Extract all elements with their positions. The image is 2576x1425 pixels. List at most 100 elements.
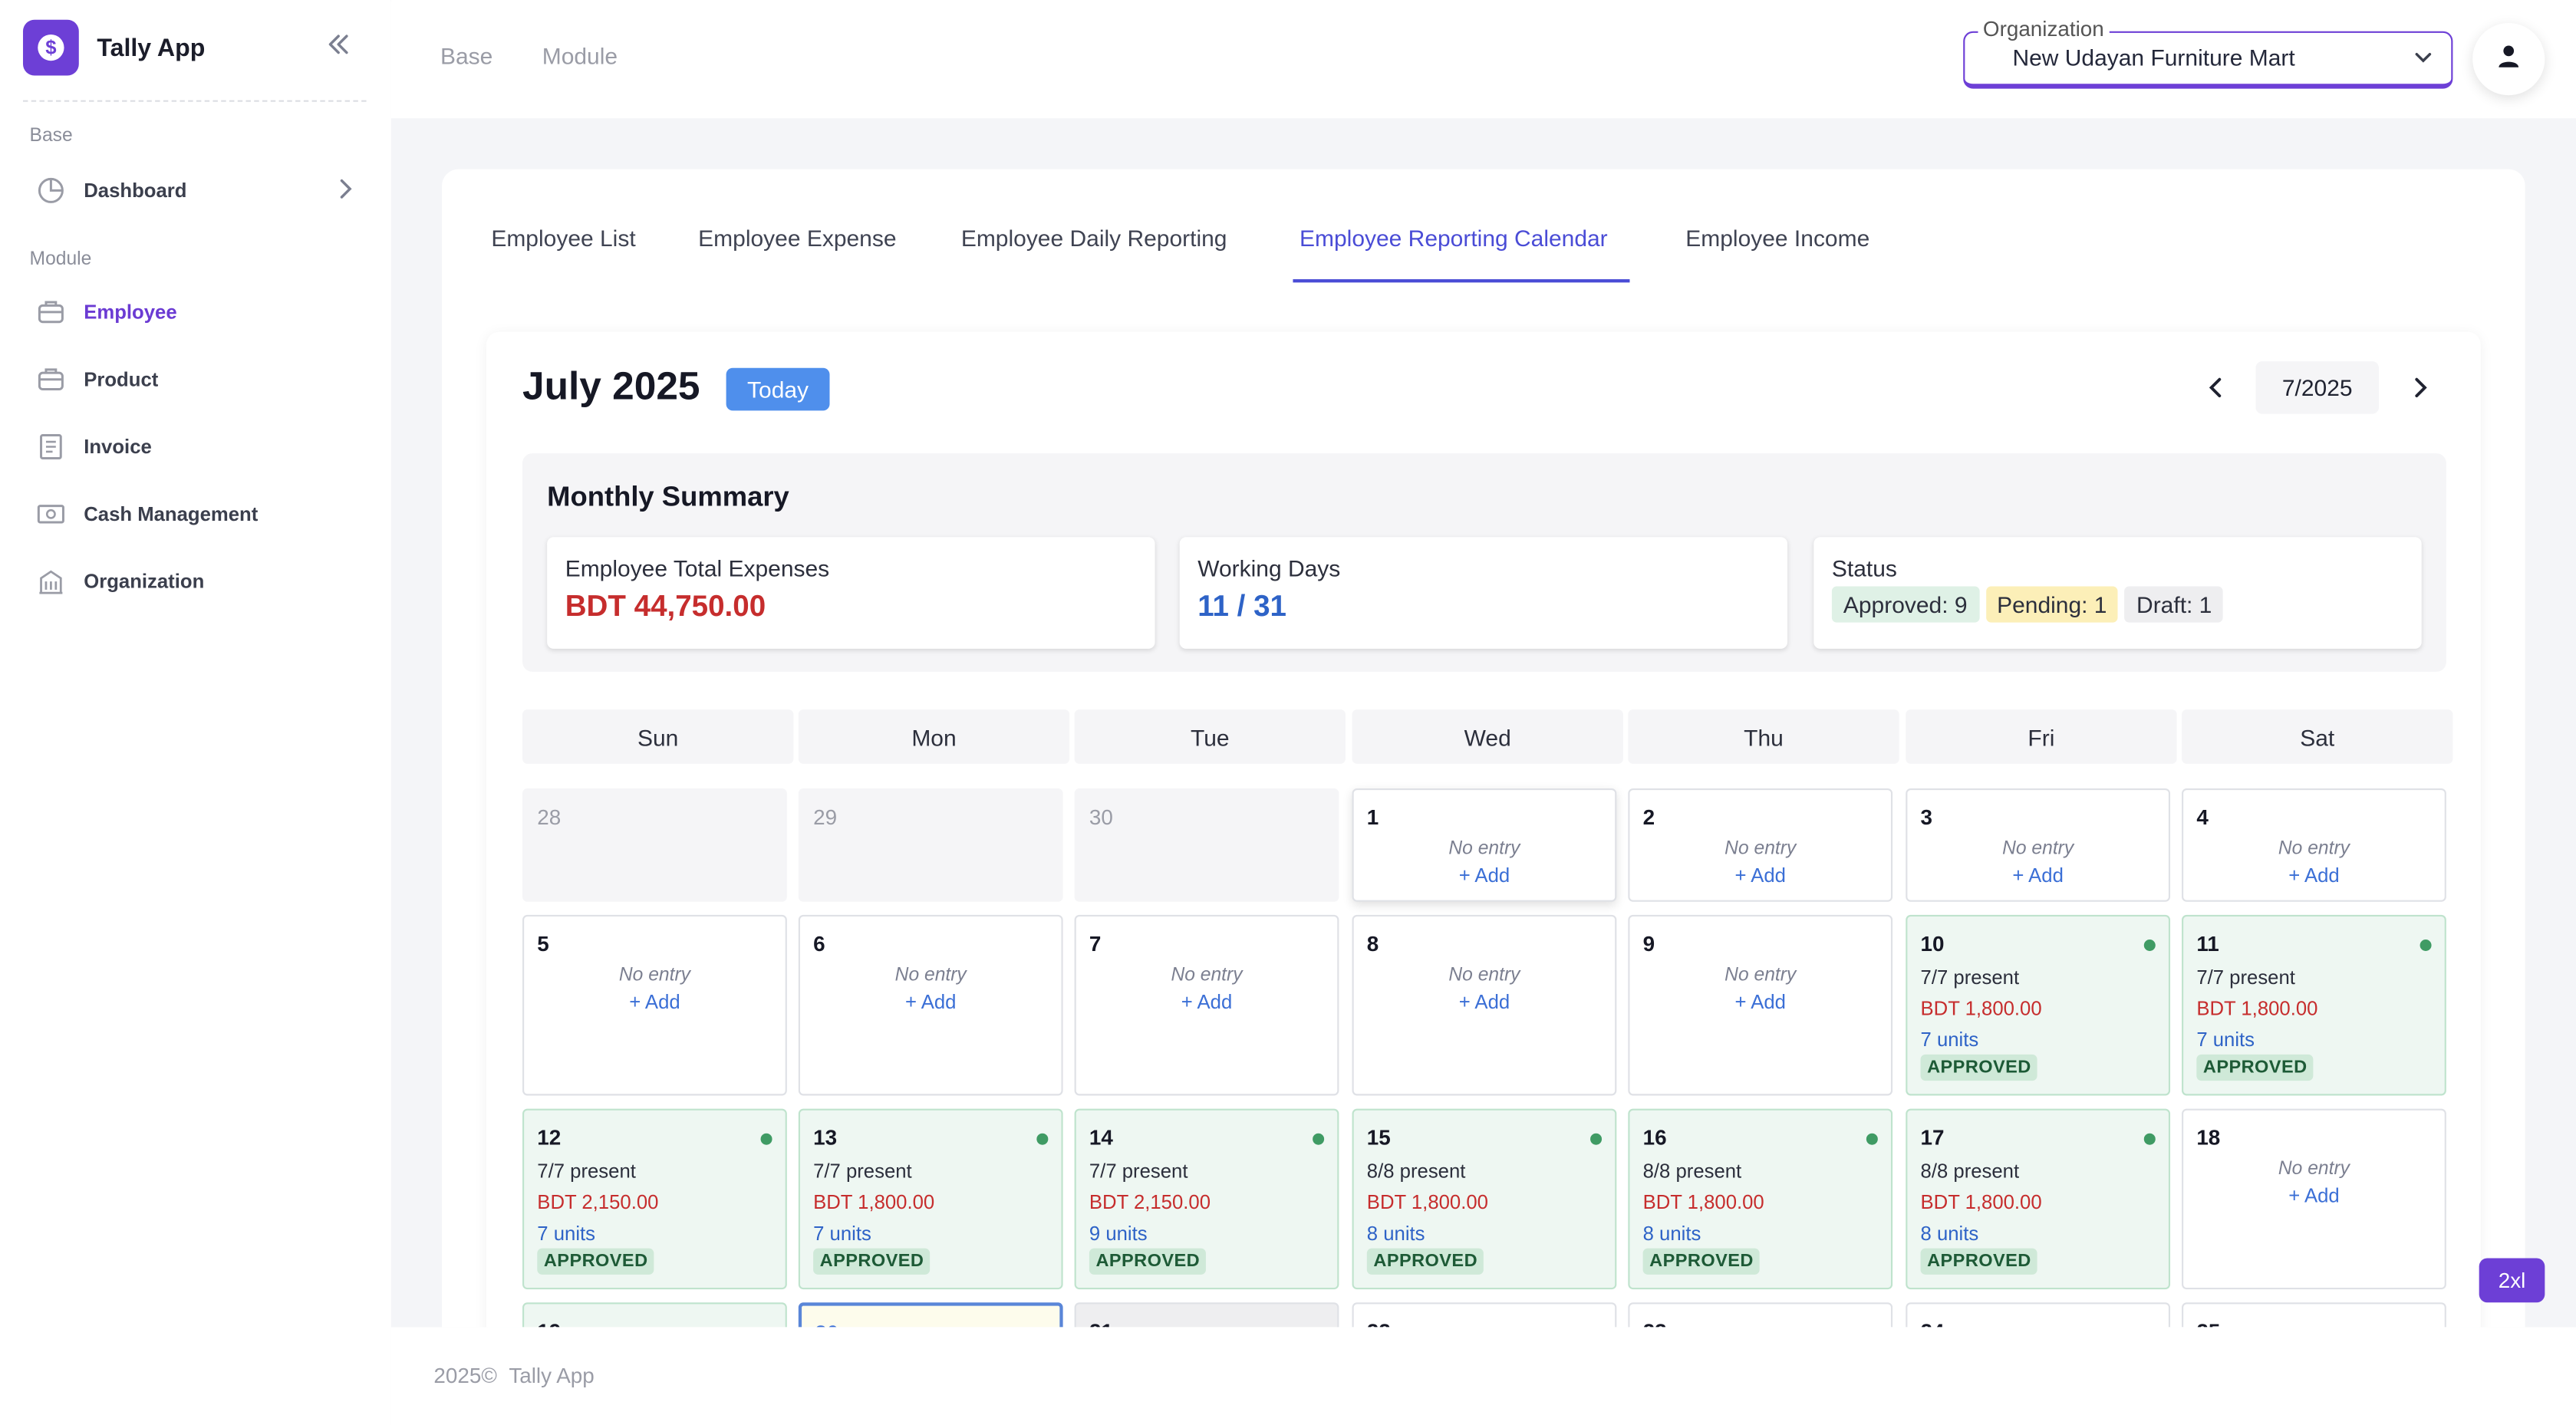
sidebar-item-dashboard[interactable]: Dashboard — [30, 169, 367, 212]
status-dot-icon — [2143, 1133, 2156, 1145]
organization-select-label: Organization — [1978, 16, 2110, 43]
working-days-card: Working Days 11 / 31 — [1179, 537, 1788, 649]
footer-app-link[interactable]: Tally App — [509, 1364, 594, 1388]
day-cell-16[interactable]: 16 8/8 present BDT 1,800.00 8 units APPROVED — [1628, 1108, 1893, 1290]
employee-card: Employee List Employee Expense Employee … — [442, 169, 2525, 1328]
day-number: 13 — [813, 1124, 838, 1150]
expense-amount: BDT 1,800.00 — [1366, 1190, 1488, 1214]
box-icon — [35, 363, 68, 396]
footer-copyright: 2025© — [433, 1363, 497, 1388]
main-content: Employee List Employee Expense Employee … — [391, 118, 2576, 1328]
expense-amount: BDT 1,800.00 — [1920, 996, 2042, 1020]
add-entry-link[interactable]: + Add — [1907, 864, 2169, 887]
add-entry-link[interactable]: + Add — [1629, 990, 1891, 1013]
add-entry-link[interactable]: + Add — [800, 990, 1062, 1013]
add-entry-link[interactable]: + Add — [1354, 864, 1616, 887]
day-cell-7[interactable]: 7 No entry + Add — [1074, 914, 1339, 1096]
breakpoint-badge: 2xl — [2479, 1258, 2545, 1303]
day-cell-2[interactable]: 2 No entry + Add — [1628, 788, 1893, 902]
day-cell-10[interactable]: 10 7/7 present BDT 1,800.00 7 units APPROVED — [1906, 914, 2171, 1096]
day-cell-15[interactable]: 15 8/8 present BDT 1,800.00 8 units APPROVED — [1352, 1108, 1617, 1290]
day-cell-1[interactable]: 1 No entry + Add — [1352, 788, 1617, 902]
day-cell-17[interactable]: 17 8/8 present BDT 1,800.00 8 units APPROVED — [1906, 1108, 2171, 1290]
no-entry-label: No entry — [2002, 839, 2074, 860]
breadcrumb-module[interactable]: Module — [542, 43, 618, 69]
tab-employee-income[interactable]: Employee Income — [1685, 225, 1869, 251]
pie-chart-icon — [35, 174, 68, 207]
next-month-icon[interactable] — [2406, 374, 2433, 400]
no-entry-label: No entry — [894, 966, 967, 986]
day-number: 19 — [537, 1319, 561, 1328]
approved-badge: APPROVED — [1089, 1248, 1207, 1275]
today-button[interactable]: Today — [726, 367, 830, 411]
tab-employee-expense[interactable]: Employee Expense — [698, 225, 896, 251]
day-cell-21[interactable]: 21 — [1074, 1302, 1339, 1328]
no-entry-label: No entry — [1724, 839, 1797, 860]
add-entry-link[interactable]: + Add — [2183, 864, 2445, 887]
day-cell-12[interactable]: 12 7/7 present BDT 2,150.00 7 units APPROVED — [522, 1108, 787, 1290]
day-cell-30[interactable]: 30 — [1074, 788, 1339, 902]
sidebar-item-product[interactable]: Product — [30, 358, 367, 401]
collapse-sidebar-icon[interactable] — [322, 28, 355, 64]
units-text: 9 units — [1089, 1222, 1148, 1246]
status-dot-icon — [2143, 939, 2156, 951]
sidebar-item-label: Product — [84, 367, 159, 391]
organization-select[interactable]: Organization New Udayan Furniture Mart — [1963, 16, 2453, 89]
day-cell-9[interactable]: 9 No entry + Add — [1628, 914, 1893, 1096]
day-cell-29[interactable]: 29 — [798, 788, 1063, 902]
weekday-thu: Thu — [1628, 709, 1899, 764]
sidebar-item-organization[interactable]: Organization — [30, 560, 367, 603]
expense-amount: BDT 1,800.00 — [1920, 1190, 2042, 1214]
tab-employee-list[interactable]: Employee List — [491, 225, 635, 251]
day-cell-28[interactable]: 28 — [522, 788, 787, 902]
approved-badge: APPROVED — [537, 1248, 655, 1275]
day-cell-11[interactable]: 11 7/7 present BDT 1,800.00 7 units APPROVED — [2182, 914, 2446, 1096]
day-number: 17 — [1920, 1124, 1945, 1150]
dollar-logo-icon: $ — [22, 19, 79, 76]
day-cell-14[interactable]: 14 7/7 present BDT 2,150.00 9 units APPROVED — [1074, 1108, 1339, 1290]
breadcrumb-base[interactable]: Base — [440, 43, 492, 69]
attendance-text: 7/7 present — [537, 1159, 636, 1183]
sidebar-item-label: Employee — [84, 300, 177, 324]
weekday-tue: Tue — [1074, 709, 1346, 764]
day-number: 20 — [815, 1321, 838, 1328]
add-entry-link[interactable]: + Add — [1629, 864, 1891, 887]
add-entry-link[interactable]: + Add — [524, 990, 786, 1013]
day-cell-5[interactable]: 5 No entry + Add — [522, 914, 787, 1096]
day-number: 18 — [2196, 1124, 2221, 1150]
expenses-label: Employee Total Expenses — [565, 555, 830, 582]
day-cell-6[interactable]: 6 No entry + Add — [798, 914, 1063, 1096]
status-dot-icon — [1036, 1133, 1049, 1145]
brand[interactable]: $ Tally App — [22, 19, 206, 76]
tab-employee-reporting-calendar[interactable]: Employee Reporting Calendar — [1300, 225, 1608, 251]
add-entry-link[interactable]: + Add — [2183, 1184, 2445, 1207]
sidebar-item-cash-management[interactable]: Cash Management — [30, 492, 367, 535]
previous-month-icon[interactable] — [2203, 374, 2229, 400]
chevron-right-icon — [334, 174, 357, 212]
sidebar-item-invoice[interactable]: Invoice — [30, 426, 367, 469]
user-avatar-button[interactable] — [2472, 22, 2545, 96]
day-cell-4[interactable]: 4 No entry + Add — [2182, 788, 2446, 902]
status-pills: Approved: 9 Pending: 1 Draft: 1 — [1831, 586, 2230, 623]
tab-employee-daily-reporting[interactable]: Employee Daily Reporting — [961, 225, 1227, 251]
day-cell-20[interactable]: 20 — [798, 1302, 1063, 1328]
day-cell-19[interactable]: 19 — [522, 1302, 787, 1328]
add-entry-link[interactable]: + Add — [1354, 990, 1616, 1013]
day-cell-23[interactable]: 23No entry+ Add — [1628, 1302, 1893, 1328]
day-number: 8 — [1366, 931, 1379, 956]
no-entry-label: No entry — [1171, 966, 1243, 986]
day-cell-8[interactable]: 8 No entry + Add — [1352, 914, 1617, 1096]
attendance-text: 7/7 present — [1089, 1159, 1188, 1183]
add-entry-link[interactable]: + Add — [1076, 990, 1338, 1013]
day-cell-13[interactable]: 13 7/7 present BDT 1,800.00 7 units APPROVED — [798, 1108, 1063, 1290]
day-cell-25[interactable]: 25No entry+ Add — [2182, 1302, 2446, 1328]
working-days-value: 11 / 31 — [1197, 589, 1287, 623]
sidebar-item-employee[interactable]: Employee — [30, 291, 367, 334]
day-cell-18[interactable]: 18 No entry + Add — [2182, 1108, 2446, 1290]
month-picker[interactable]: 7/2025 — [2255, 361, 2380, 414]
app-name: Tally App — [97, 33, 206, 62]
day-cell-3[interactable]: 3 No entry + Add — [1906, 788, 2171, 902]
building-icon — [35, 565, 68, 598]
day-cell-22[interactable]: 22No entry+ Add — [1352, 1302, 1617, 1328]
day-cell-24[interactable]: 24No entry+ Add — [1906, 1302, 2171, 1328]
